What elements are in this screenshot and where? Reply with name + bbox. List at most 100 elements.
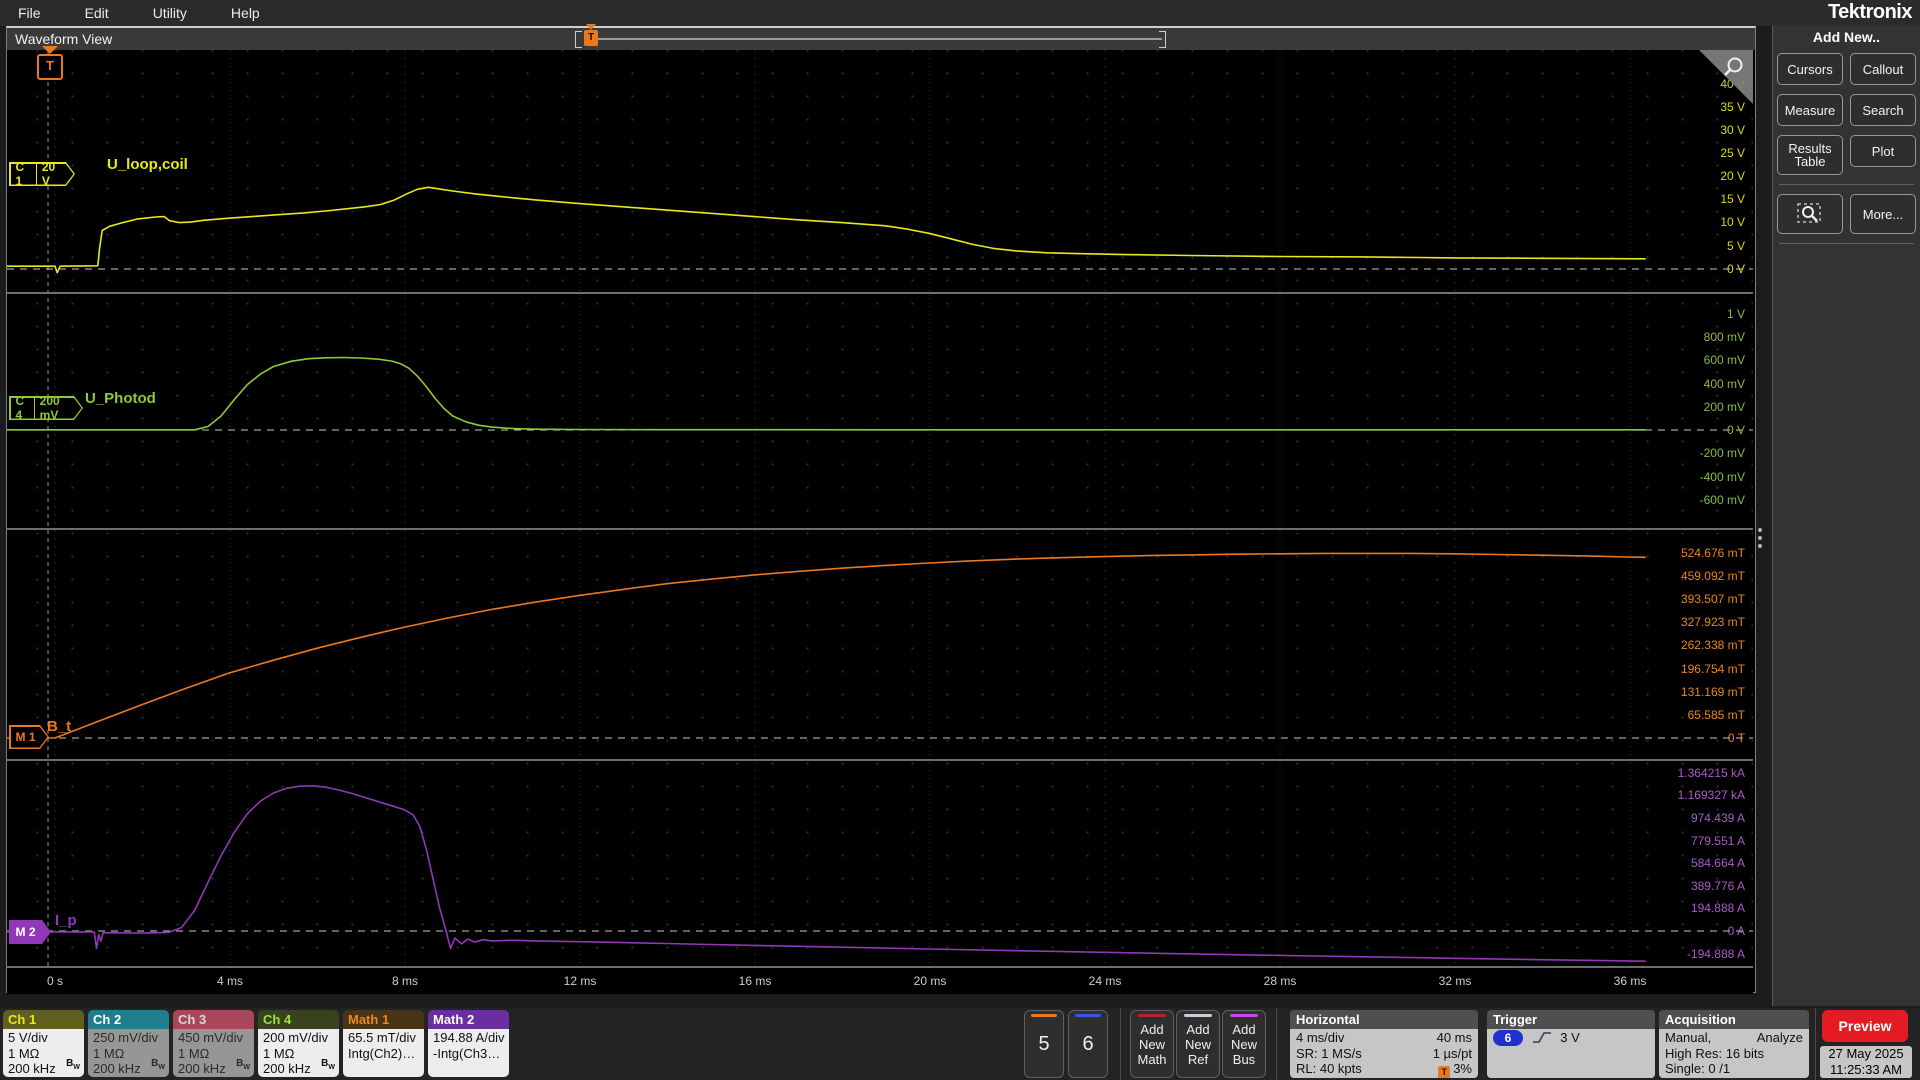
- trigger-position-flag[interactable]: T: [37, 46, 63, 80]
- trigger-panel[interactable]: Trigger 6 3 V: [1487, 1010, 1655, 1078]
- bandwidth-icon: BW: [321, 1057, 335, 1071]
- graticule[interactable]: T 40 V 35 V 30 V 25 V 20 V 15 V 10 V 5 V 0 V U_lo…: [6, 46, 1753, 983]
- cursors-button[interactable]: Cursors: [1777, 53, 1843, 85]
- trigger-panel-title: Trigger: [1487, 1010, 1655, 1029]
- axis-label: 974.439 A: [1690, 811, 1745, 825]
- acquisition-panel-title: Acquisition: [1659, 1010, 1809, 1029]
- axis-label: 584.664 A: [1690, 856, 1745, 870]
- button-color-stripe: [1138, 1014, 1166, 1017]
- overview-trigger-marker[interactable]: T: [584, 24, 598, 46]
- measure-button[interactable]: Measure: [1777, 94, 1843, 126]
- channel-badge-header: Math 1: [343, 1010, 424, 1029]
- add-new-ref-button[interactable]: Add New Ref: [1176, 1010, 1220, 1078]
- trace-I_p: [6, 784, 1646, 962]
- channel-badge-M2[interactable]: M 2: [9, 920, 51, 944]
- axis-label: 600 mV: [1703, 353, 1745, 367]
- add-new-math-button[interactable]: Add New Math: [1130, 1010, 1174, 1078]
- axis-label: 459.092 mT: [1680, 569, 1745, 583]
- channel-badge-ch2[interactable]: Ch 2 250 mV/div 1 MΩ 200 kHz BW: [88, 1010, 169, 1077]
- channel-setting: Intg(Ch2)…: [348, 1045, 416, 1061]
- acquisition-panel[interactable]: Acquisition Manual, Analyze High Res: 16 …: [1659, 1010, 1809, 1078]
- preview-button[interactable]: Preview: [1822, 1010, 1908, 1042]
- bandwidth-icon: BW: [151, 1057, 165, 1071]
- marquee-zoom-icon: [1797, 203, 1821, 223]
- axis-label: -600 mV: [1699, 493, 1745, 507]
- channel-badge-M1[interactable]: M 1: [9, 725, 49, 749]
- axis-label: 0 V: [1726, 423, 1745, 437]
- channel-badge-body: 65.5 mT/div Intg(Ch2)…: [343, 1029, 424, 1077]
- axis-label: 400 mV: [1703, 377, 1745, 391]
- overview-record-line: [597, 38, 1162, 40]
- panel-splitter-handle[interactable]: [1758, 524, 1764, 552]
- acquisition-single: Single: 0 /1: [1665, 1061, 1731, 1076]
- time-label: 24 ms: [1088, 974, 1122, 988]
- separator: [1815, 1008, 1816, 1080]
- axis-label: 0 V: [1726, 262, 1745, 276]
- axis-label: 15 V: [1720, 192, 1745, 206]
- menu-item-edit[interactable]: Edit: [85, 5, 109, 21]
- badge-inner: C 4 200 mV: [11, 398, 82, 419]
- results-table-button[interactable]: Results Table: [1777, 135, 1843, 175]
- overview-left-bracket: [575, 31, 582, 48]
- axis-label: 30 V: [1720, 123, 1745, 137]
- add-new-bus-button[interactable]: Add New Bus: [1222, 1010, 1266, 1078]
- channel-badge-ch4[interactable]: Ch 4 200 mV/div 1 MΩ 200 kHz BW: [258, 1010, 339, 1077]
- axis-label: 5 V: [1726, 239, 1745, 253]
- acquisition-resolution: High Res: 16 bits: [1665, 1045, 1764, 1061]
- trigger-source-badge: 6: [1493, 1030, 1523, 1046]
- group-number: 6: [1082, 1032, 1094, 1055]
- separator: [1276, 1008, 1277, 1080]
- channel-setting: 5 V/div: [8, 1030, 48, 1045]
- menu-item-file[interactable]: File: [18, 5, 41, 21]
- marquee-zoom-button[interactable]: [1777, 194, 1843, 234]
- search-button[interactable]: Search: [1850, 94, 1916, 126]
- axis-label: 0 T: [1727, 731, 1745, 745]
- axis-label: 10 V: [1720, 215, 1745, 229]
- datetime-display[interactable]: 27 May 2025 11:25:33 AM: [1820, 1046, 1912, 1078]
- trigger-position-percent: T 3%: [1438, 1061, 1472, 1078]
- add-button-label: Add New Math: [1137, 1021, 1167, 1067]
- channel-setting: 194.88 A/div: [433, 1030, 505, 1045]
- more-button[interactable]: More...: [1850, 194, 1916, 234]
- channel-setting: 450 mV/div: [178, 1030, 244, 1045]
- trigger-flag-icon: T: [1438, 1066, 1451, 1078]
- axis-label: -200 mV: [1699, 446, 1745, 460]
- acquisition-analyze: Analyze: [1756, 1030, 1803, 1045]
- plot-button[interactable]: Plot: [1850, 135, 1916, 167]
- channel-badge-body: 200 mV/div 1 MΩ 200 kHz BW: [258, 1029, 339, 1077]
- horizontal-panel[interactable]: Horizontal 4 ms/div 40 ms SR: 1 MS/s 1 µs/…: [1290, 1010, 1478, 1078]
- time-label: 36 ms: [1613, 974, 1647, 988]
- axis-label: 20 V: [1720, 169, 1745, 183]
- divider: [1779, 184, 1914, 185]
- waveform-group-button-6[interactable]: 6: [1068, 1010, 1108, 1078]
- channel-setting: 200 mV/div: [263, 1030, 329, 1045]
- record-length: RL: 40 kpts: [1296, 1061, 1362, 1076]
- divider: [1779, 243, 1914, 244]
- trace-B_t: [6, 552, 1646, 739]
- channel-badge-math1[interactable]: Math 1 65.5 mT/div Intg(Ch2)…: [343, 1010, 424, 1077]
- channel-badge-C4[interactable]: C 4 200 mV: [9, 396, 83, 420]
- rising-edge-icon: [1532, 1032, 1551, 1043]
- axis-label: 1 V: [1726, 307, 1745, 321]
- trace-U_Photod: [6, 356, 1646, 431]
- waveform-view-titlebar: Waveform View T: [7, 24, 1755, 50]
- settings-bar: Ch 15 V/div 1 MΩ 200 kHz BW Ch 2 250 mV/div 1 …: [0, 1008, 1920, 1080]
- group-color-stripe: [1075, 1014, 1101, 1017]
- separator: [1120, 1008, 1121, 1080]
- waveform-label-U_Photod: U_Photod: [85, 390, 156, 407]
- callout-button[interactable]: Callout: [1850, 53, 1916, 85]
- channel-badge-C1[interactable]: C 1 20 V: [9, 162, 75, 186]
- waveform-group-button-5[interactable]: 5: [1024, 1010, 1064, 1078]
- menu-item-utility[interactable]: Utility: [153, 5, 187, 21]
- channel-badge-header: Ch 2: [88, 1010, 169, 1029]
- menu-item-help[interactable]: Help: [231, 5, 260, 21]
- channel-badge-math2[interactable]: Math 2 194.88 A/div -Intg(Ch3…: [428, 1010, 509, 1077]
- horizontal-position-overview[interactable]: T: [567, 24, 1177, 50]
- channel-badge-ch3[interactable]: Ch 3 450 mV/div 1 MΩ 200 kHz BW: [173, 1010, 254, 1077]
- horizontal-scale: 4 ms/div: [1296, 1030, 1345, 1045]
- axis-label: 1.364215 kA: [1677, 766, 1745, 780]
- channel-badge-ch1[interactable]: Ch 15 V/div 1 MΩ 200 kHz BW: [3, 1010, 84, 1077]
- axis-label: 779.551 A: [1690, 834, 1745, 848]
- axis-label: 25 V: [1720, 146, 1745, 160]
- badge-id: C 1: [11, 160, 37, 188]
